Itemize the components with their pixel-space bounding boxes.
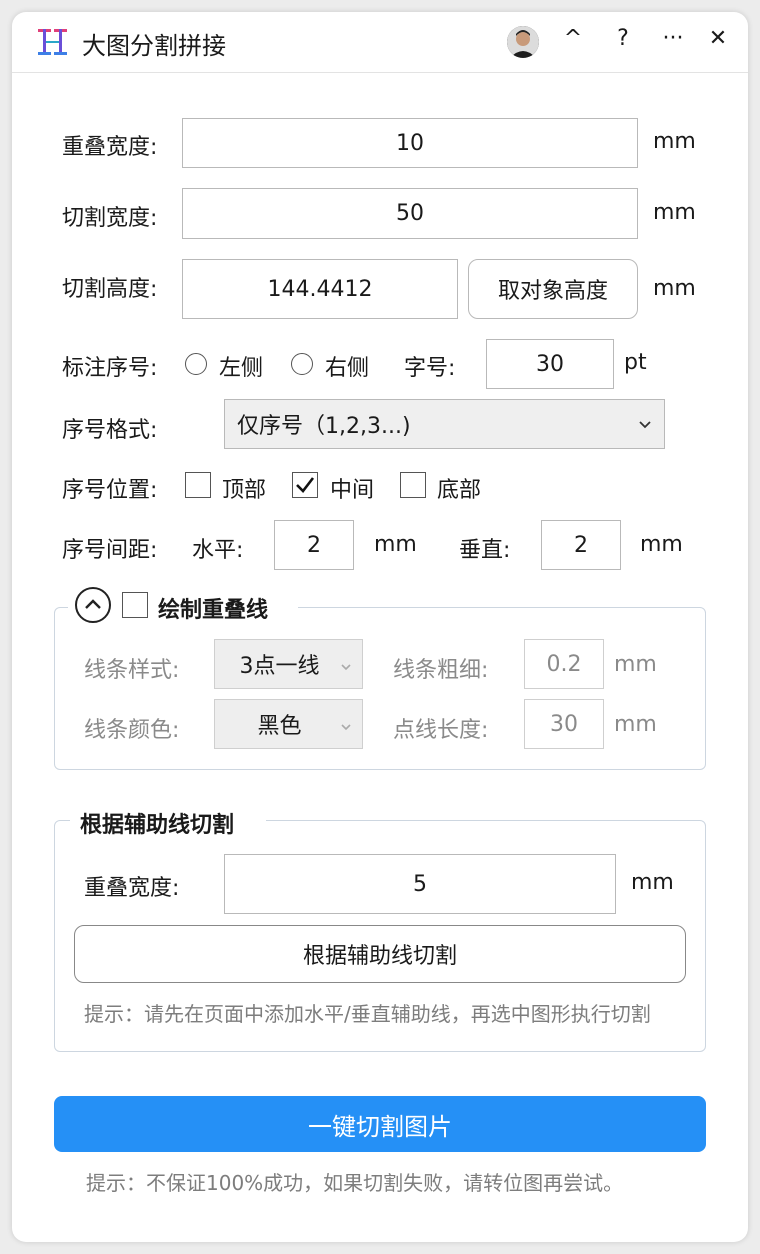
cut-width-label: 切割宽度: bbox=[62, 206, 158, 231]
line-width-label: 线条粗细: bbox=[393, 658, 489, 683]
cut-width-unit: mm bbox=[653, 200, 696, 225]
app-logo-icon bbox=[36, 26, 68, 58]
font-size-unit: pt bbox=[624, 350, 647, 375]
dash-length-unit: mm bbox=[614, 712, 657, 737]
line-color-select[interactable]: 黑色 bbox=[214, 699, 363, 749]
format-select-value: 仅序号（1,2,3...) bbox=[237, 414, 411, 439]
more-button[interactable]: ··· bbox=[658, 26, 688, 51]
avatar[interactable] bbox=[507, 26, 539, 58]
line-width-unit: mm bbox=[614, 652, 657, 677]
guide-overlap-label: 重叠宽度: bbox=[84, 876, 180, 901]
font-size-input[interactable]: 30 bbox=[486, 339, 614, 389]
spacing-label: 序号间距: bbox=[62, 538, 158, 563]
horizontal-spacing-input[interactable]: 2 bbox=[274, 520, 354, 570]
cut-height-input[interactable]: 144.4412 bbox=[182, 259, 458, 319]
help-button[interactable]: ? bbox=[608, 26, 638, 51]
line-color-label: 线条颜色: bbox=[84, 718, 180, 743]
plugin-window: 大图分割拼接 ^ ? ··· ✕ 重叠宽度: 10 mm 切割宽度: 50 mm… bbox=[12, 12, 748, 1242]
horizontal-label: 水平: bbox=[192, 538, 244, 563]
top-checkbox-label[interactable]: 顶部 bbox=[222, 472, 266, 504]
guide-overlap-input[interactable]: 5 bbox=[224, 854, 616, 914]
guide-cut-button[interactable]: 根据辅助线切割 bbox=[74, 925, 686, 983]
bottom-hint: 提示：不保证100%成功，如果切割失败，请转位图再尝试。 bbox=[86, 1171, 624, 1195]
one-click-cut-button[interactable]: 一键切割图片 bbox=[54, 1096, 706, 1152]
cut-height-label: 切割高度: bbox=[62, 277, 158, 302]
close-button[interactable]: ✕ bbox=[703, 26, 733, 51]
vertical-label: 垂直: bbox=[459, 538, 511, 563]
dash-length-label: 点线长度: bbox=[393, 718, 489, 743]
bottom-checkbox[interactable] bbox=[400, 472, 426, 498]
top-checkbox[interactable] bbox=[185, 472, 211, 498]
checkmark-icon bbox=[296, 477, 315, 493]
chevron-down-icon bbox=[340, 654, 352, 679]
expand-toggle-icon[interactable] bbox=[74, 586, 112, 624]
app-title: 大图分割拼接 bbox=[82, 32, 226, 60]
line-width-input[interactable]: 0.2 bbox=[524, 639, 604, 689]
draw-overlap-line-label[interactable]: 绘制重叠线 bbox=[158, 592, 268, 624]
overlap-line-group bbox=[54, 607, 706, 770]
draw-overlap-line-checkbox[interactable] bbox=[122, 592, 148, 618]
line-style-value: 3点一线 bbox=[239, 654, 320, 679]
overlap-width-label: 重叠宽度: bbox=[62, 135, 158, 160]
horizontal-unit: mm bbox=[374, 532, 417, 557]
title-bar: 大图分割拼接 ^ ? ··· ✕ bbox=[12, 12, 748, 73]
middle-checkbox-label[interactable]: 中间 bbox=[330, 472, 374, 504]
cut-width-input[interactable]: 50 bbox=[182, 188, 638, 239]
collapse-button[interactable]: ^ bbox=[558, 26, 588, 51]
vertical-spacing-input[interactable]: 2 bbox=[541, 520, 621, 570]
guide-cut-title: 根据辅助线切割 bbox=[80, 813, 235, 838]
line-color-value: 黑色 bbox=[257, 714, 302, 739]
format-label: 序号格式: bbox=[62, 418, 158, 443]
dash-length-input[interactable]: 30 bbox=[524, 699, 604, 749]
guide-hint: 提示：请先在页面中添加水平/垂直辅助线，再选中图形执行切割 bbox=[84, 1002, 651, 1026]
overlap-width-input[interactable]: 10 bbox=[182, 118, 638, 168]
right-radio[interactable] bbox=[291, 353, 313, 375]
guide-overlap-unit: mm bbox=[631, 870, 674, 895]
middle-checkbox[interactable] bbox=[292, 472, 318, 498]
line-style-label: 线条样式: bbox=[84, 658, 180, 683]
annotation-label: 标注序号: bbox=[62, 356, 158, 381]
chevron-down-icon bbox=[340, 714, 352, 739]
cut-height-unit: mm bbox=[653, 276, 696, 301]
bottom-checkbox-label[interactable]: 底部 bbox=[437, 472, 481, 504]
left-radio-label[interactable]: 左侧 bbox=[219, 350, 263, 382]
line-style-select[interactable]: 3点一线 bbox=[214, 639, 363, 689]
vertical-unit: mm bbox=[640, 532, 683, 557]
overlap-width-unit: mm bbox=[653, 129, 696, 154]
font-size-label: 字号: bbox=[404, 356, 456, 381]
chevron-down-icon bbox=[638, 413, 652, 438]
format-select[interactable]: 仅序号（1,2,3...) bbox=[224, 399, 665, 449]
position-label: 序号位置: bbox=[62, 478, 158, 503]
left-radio[interactable] bbox=[185, 353, 207, 375]
right-radio-label[interactable]: 右侧 bbox=[325, 350, 369, 382]
get-object-height-button[interactable]: 取对象高度 bbox=[468, 259, 638, 319]
